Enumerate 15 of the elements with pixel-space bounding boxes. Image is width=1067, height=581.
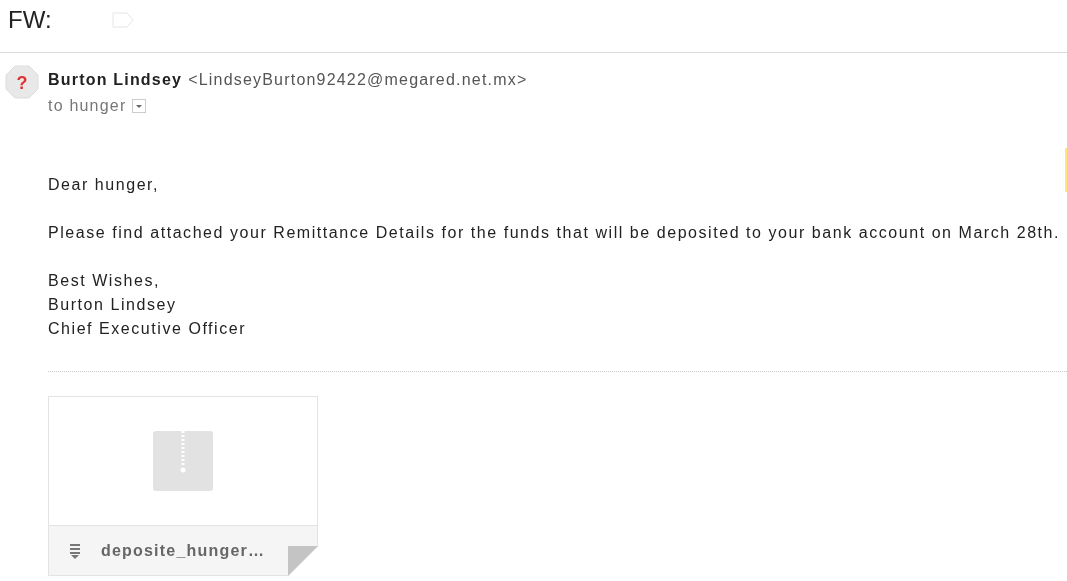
zip-file-icon [153, 431, 213, 491]
email-subject: FW: [8, 6, 52, 34]
message-paragraph: Dear hunger, [48, 175, 161, 195]
sender-name: Burton Lindsey [48, 71, 183, 89]
message-paragraph: Please find attached your Remittance Details for the funds that will be deposited to your bank account on March 28th. [48, 223, 1062, 243]
highlight-marker [1065, 148, 1067, 192]
sender-email: <LindseyBurton92422@megared.net.mx> [188, 71, 528, 89]
message-paragraph: Best Wishes, Burton Lindsey Chief Executive Officer [48, 271, 248, 339]
dropdown-icon[interactable] [132, 99, 147, 113]
recipient-text: to hunger [48, 97, 127, 115]
page-curl-icon [288, 546, 318, 576]
attachment-card[interactable]: deposite_hunger… [48, 396, 318, 576]
download-icon[interactable] [69, 542, 81, 559]
unknown-sender-icon: ? [5, 65, 39, 99]
attachment-name: deposite_hunger… [101, 541, 266, 560]
